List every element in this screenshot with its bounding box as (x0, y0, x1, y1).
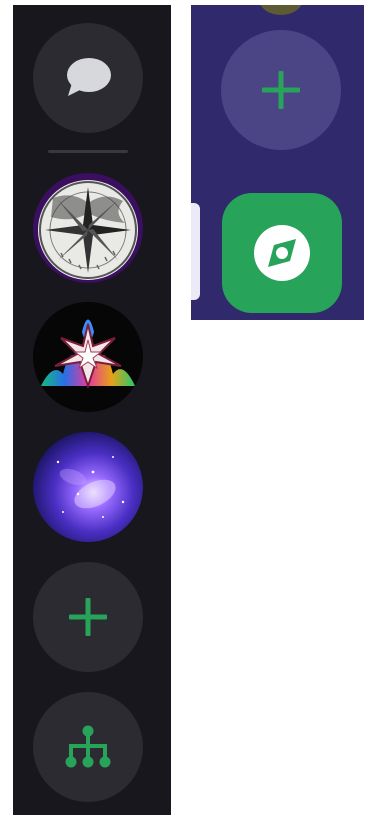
rainbow-star-server-icon (33, 302, 143, 412)
server-panel-detail (191, 5, 364, 320)
server-icon-compass-sketch[interactable] (33, 173, 143, 283)
selected-indicator-pill (191, 203, 200, 300)
server-sidebar (13, 5, 171, 815)
purple-galaxy-server-icon (33, 432, 143, 542)
plus-icon (69, 598, 107, 636)
compass-icon (254, 225, 310, 281)
discover-servers-button[interactable] (33, 692, 143, 802)
chat-bubble-icon (67, 58, 111, 96)
plus-icon (262, 71, 300, 109)
server-icon-purple-galaxy[interactable] (33, 432, 143, 542)
sidebar-divider (48, 150, 128, 153)
panel-add-server-button[interactable] (221, 30, 341, 150)
server-icon-partial[interactable] (259, 5, 303, 15)
hierarchy-icon (65, 725, 111, 768)
server-icon-rainbow-star[interactable] (33, 302, 143, 412)
direct-messages-button[interactable] (33, 23, 143, 133)
compass-rose-sketch-server-icon (33, 173, 143, 283)
explore-servers-button[interactable] (222, 193, 342, 313)
add-server-button[interactable] (33, 562, 143, 672)
